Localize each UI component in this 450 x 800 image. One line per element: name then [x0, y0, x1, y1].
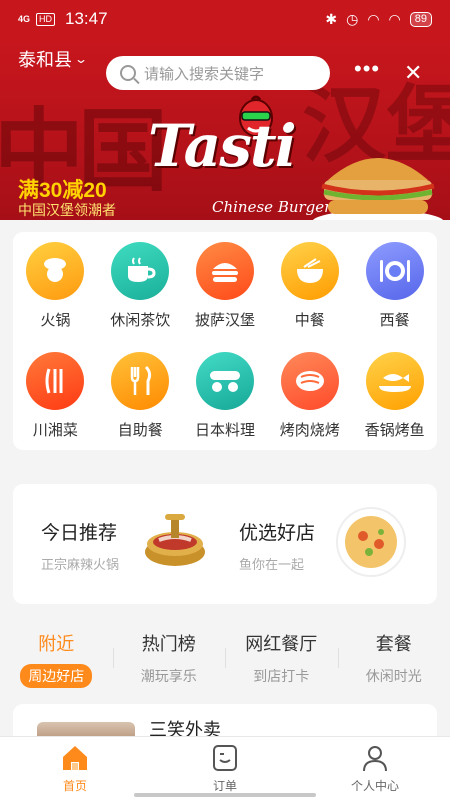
search-placeholder: 请输入搜索关键字 [144, 65, 265, 83]
category-label: 中餐 [294, 312, 325, 329]
brand-logo: Tasti [148, 112, 297, 180]
teacup-icon [111, 242, 170, 300]
category-item-japanese[interactable]: 日本料理 [183, 352, 268, 440]
category-item-burger[interactable]: 披萨汉堡 [183, 242, 268, 330]
search-icon [120, 65, 136, 81]
nav-label: 首页 [62, 779, 87, 793]
city-label: 泰和县 [18, 50, 72, 70]
wifi-icon: ◠ [367, 10, 380, 27]
wifi-2-icon: ◠ [388, 10, 401, 27]
bluetooth-icon: ✱ [325, 10, 338, 27]
hotpot-chef-icon [26, 242, 85, 300]
tab-subtitle: 到店打卡 [253, 668, 310, 684]
promo-subtitle: 中国汉堡领潮者 [18, 202, 116, 218]
category-label: 火锅 [40, 312, 71, 329]
status-bar: 4G HD 13:47 ✱ ◷ ◠ ◠ 89 [0, 0, 450, 38]
tab-influencer-restaurant[interactable]: 网红餐厅 到店打卡 [225, 630, 338, 690]
category-item-chinese[interactable]: 中餐 [267, 242, 352, 330]
plate-cutlery-icon [365, 242, 424, 300]
close-icon[interactable]: ✕ [404, 60, 422, 86]
burger-image [312, 158, 444, 220]
bbq-meat-icon [280, 352, 339, 410]
category-label: 休闲茶饮 [110, 312, 171, 329]
recommend-subtitle: 正宗麻辣火锅 [41, 557, 120, 572]
category-card: 火锅 休闲茶饮 披萨汉堡 中餐 西餐 川湘菜 自助餐 日本料理 烤肉烧烤 香锅烤… [13, 232, 437, 450]
tab-title: 热门榜 [141, 634, 196, 654]
recommend-title: 优选好店 [239, 523, 316, 544]
tab-subtitle: 潮玩享乐 [140, 668, 197, 684]
preferred-shop[interactable]: 优选好店 鱼你在一起 [239, 518, 315, 573]
tab-combo[interactable]: 套餐 休闲时光 [337, 630, 450, 690]
category-label: 自助餐 [117, 422, 163, 439]
nav-profile[interactable]: 个人中心 [300, 737, 450, 800]
battery-indicator: 89 [409, 11, 432, 27]
tab-title: 套餐 [375, 634, 412, 654]
category-label: 香锅烤鱼 [364, 422, 425, 439]
category-tabs: 附近 周边好店 热门榜 潮玩享乐 网红餐厅 到店打卡 套餐 休闲时光 [0, 630, 450, 690]
category-label: 日本料理 [194, 422, 255, 439]
nav-order[interactable]: 订单 [150, 737, 300, 800]
chevron-down-icon: ⌄ [73, 52, 89, 66]
more-options-icon[interactable]: ••• [354, 58, 380, 80]
clock: 13:47 [65, 9, 108, 28]
fork-knife-icon [111, 352, 170, 410]
category-item-sichuan[interactable]: 川湘菜 [13, 352, 98, 440]
home-indicator[interactable] [134, 793, 316, 797]
today-recommend[interactable]: 今日推荐 正宗麻辣火锅 [41, 518, 119, 573]
nav-home[interactable]: 首页 [0, 737, 150, 800]
tab-subtitle: 休闲时光 [365, 668, 422, 684]
category-item-western[interactable]: 西餐 [352, 242, 437, 330]
category-label: 披萨汉堡 [194, 312, 255, 329]
tab-nearby[interactable]: 附近 周边好店 [0, 630, 113, 690]
category-item-bbq[interactable]: 烤肉烧烤 [267, 352, 352, 440]
category-item-buffet[interactable]: 自助餐 [98, 352, 183, 440]
alarm-icon: ◷ [346, 10, 359, 27]
category-grid: 火锅 休闲茶饮 披萨汉堡 中餐 西餐 川湘菜 自助餐 日本料理 烤肉烧烤 香锅烤… [13, 232, 437, 450]
city-selector[interactable]: 泰和县 ⌄ [18, 46, 89, 72]
noodle-bowl-icon [280, 242, 339, 300]
tab-hot-list[interactable]: 热门榜 潮玩享乐 [112, 630, 226, 690]
category-item-fish[interactable]: 香锅烤鱼 [352, 352, 437, 440]
category-label: 烤肉烧烤 [279, 422, 340, 439]
recommend-subtitle: 鱼你在一起 [239, 557, 305, 572]
promo-banner[interactable]: 中国 汉堡 泰和县 ⌄ 请输入搜索关键字 ••• ✕ Tasti Chinese… [0, 38, 450, 220]
fish-dish-image[interactable] [335, 506, 407, 578]
recommend-card: 今日推荐 正宗麻辣火锅 优选好店 鱼你在一起 [13, 484, 437, 604]
category-label: 西餐 [379, 312, 410, 329]
category-label: 川湘菜 [32, 422, 78, 439]
nav-label: 个人中心 [350, 779, 399, 793]
signal-indicator: 4G [18, 13, 31, 24]
tab-title: 附近 [38, 634, 75, 654]
order-icon [213, 745, 237, 771]
profile-icon [363, 746, 387, 772]
nav-label: 订单 [212, 779, 237, 793]
chili-icon [26, 352, 85, 410]
bottom-nav: 首页 订单 个人中心 [0, 736, 450, 800]
recommend-title: 今日推荐 [41, 523, 118, 544]
tab-title: 网红餐厅 [245, 634, 318, 654]
hotpot-image[interactable] [139, 506, 211, 578]
home-icon [63, 746, 87, 770]
sushi-icon [195, 352, 254, 410]
category-item-hotpot[interactable]: 火锅 [13, 242, 98, 330]
category-item-tea[interactable]: 休闲茶饮 [98, 242, 183, 330]
fish-icon [365, 352, 424, 410]
hd-badge: HD [36, 12, 56, 26]
tab-subtitle: 周边好店 [20, 664, 93, 688]
burger-icon [195, 242, 254, 300]
search-input[interactable]: 请输入搜索关键字 [106, 56, 330, 90]
